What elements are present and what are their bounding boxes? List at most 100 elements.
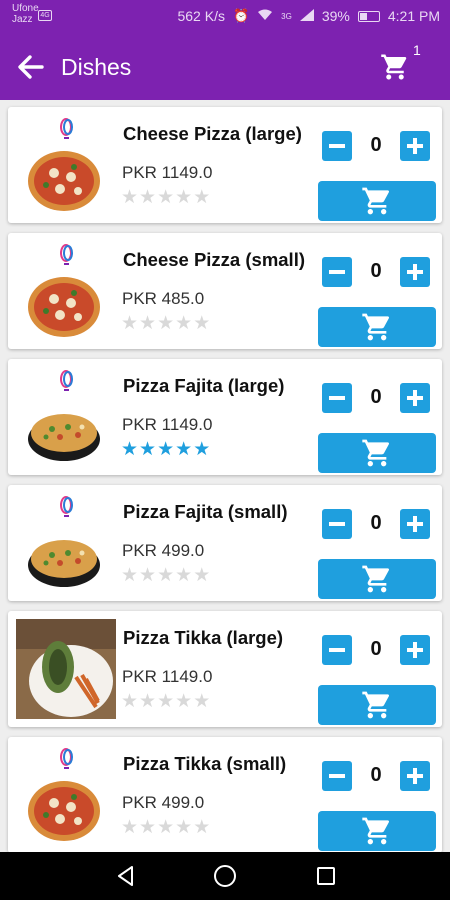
dish-image (16, 241, 116, 341)
triangle-back-icon (118, 866, 133, 886)
rating-stars[interactable]: ★★★★★ (121, 438, 211, 461)
net-speed: 562 K/s (177, 8, 225, 24)
restaurant-logo (60, 496, 73, 517)
star-icon[interactable]: ★ (175, 817, 193, 838)
system-nav-bar (0, 852, 450, 900)
carrier-info: Ufone Jazz (12, 3, 39, 25)
add-to-cart-button[interactable] (318, 307, 436, 347)
dish-name: Pizza Fajita (large) (123, 375, 285, 396)
dish-price: PKR 485.0 (122, 289, 205, 308)
star-icon[interactable]: ★ (157, 313, 175, 334)
star-icon[interactable]: ★ (157, 817, 175, 838)
back-button[interactable] (16, 53, 44, 81)
quantity-value: 0 (370, 386, 382, 408)
dish-name: Pizza Tikka (large) (123, 627, 284, 648)
increase-quantity-button[interactable] (400, 257, 430, 287)
dish-card[interactable]: Pizza Fajita (large) PKR 1149.0 ★★★★★ 0 (8, 359, 442, 475)
dish-card[interactable]: Pizza Tikka (small) PKR 499.0 ★★★★★ 0 (8, 737, 442, 852)
decrease-quantity-button[interactable] (322, 131, 352, 161)
star-icon[interactable]: ★ (121, 313, 139, 334)
decrease-quantity-button[interactable] (322, 635, 352, 665)
dish-card[interactable]: Cheese Pizza (large) PKR 1149.0 ★★★★★ 0 (8, 107, 442, 223)
rating-stars[interactable]: ★★★★★ (121, 312, 211, 335)
increase-quantity-button[interactable] (400, 131, 430, 161)
quantity-value: 0 (370, 638, 382, 660)
restaurant-logo (60, 244, 73, 265)
star-icon[interactable]: ★ (121, 691, 139, 712)
nav-back-button[interactable] (114, 864, 138, 888)
star-icon[interactable]: ★ (175, 691, 193, 712)
star-icon[interactable]: ★ (193, 313, 211, 334)
dish-image (16, 619, 116, 719)
add-to-cart-button[interactable] (318, 433, 436, 473)
clock: 4:21 PM (387, 8, 440, 24)
star-icon[interactable]: ★ (193, 817, 211, 838)
rating-stars[interactable]: ★★★★★ (121, 186, 211, 209)
carrier-name-2: Jazz (12, 14, 33, 25)
dish-card[interactable]: Pizza Fajita (small) PKR 499.0 ★★★★★ 0 (8, 485, 442, 601)
decrease-quantity-button[interactable] (322, 257, 352, 287)
star-icon[interactable]: ★ (175, 439, 193, 460)
dish-card[interactable]: Cheese Pizza (small) PKR 485.0 ★★★★★ 0 (8, 233, 442, 349)
decrease-quantity-button[interactable] (322, 383, 352, 413)
nav-recents-button[interactable] (317, 867, 335, 885)
add-to-cart-button[interactable] (318, 181, 436, 221)
restaurant-logo (60, 370, 73, 391)
increase-quantity-button[interactable] (400, 383, 430, 413)
increase-quantity-button[interactable] (400, 635, 430, 665)
quantity-value: 0 (370, 764, 382, 786)
star-icon[interactable]: ★ (175, 313, 193, 334)
star-icon[interactable]: ★ (193, 565, 211, 586)
star-icon[interactable]: ★ (139, 691, 157, 712)
star-icon[interactable]: ★ (175, 565, 193, 586)
star-icon[interactable]: ★ (121, 187, 139, 208)
status-bar: Ufone Jazz 4G 562 K/s ⏰ 3G 39% 4:21 PM (0, 0, 450, 32)
rating-stars[interactable]: ★★★★★ (121, 690, 211, 713)
nav-home-button[interactable] (214, 865, 236, 887)
decrease-quantity-button[interactable] (322, 761, 352, 791)
star-icon[interactable]: ★ (121, 439, 139, 460)
arrow-left-icon (18, 55, 44, 79)
rating-stars[interactable]: ★★★★★ (121, 816, 211, 839)
add-to-cart-icon (362, 187, 390, 215)
page-title: Dishes (61, 54, 132, 80)
dish-price: PKR 1149.0 (122, 163, 213, 182)
star-icon[interactable]: ★ (139, 565, 157, 586)
star-icon[interactable]: ★ (157, 691, 175, 712)
shopping-cart-icon (381, 54, 407, 80)
increase-quantity-button[interactable] (400, 509, 430, 539)
star-icon[interactable]: ★ (193, 187, 211, 208)
signal-type: 3G (281, 11, 292, 21)
battery-icon (357, 10, 380, 22)
star-icon[interactable]: ★ (139, 313, 157, 334)
add-to-cart-icon (362, 691, 390, 719)
star-icon[interactable]: ★ (121, 565, 139, 586)
star-icon[interactable]: ★ (157, 565, 175, 586)
dish-list[interactable]: Cheese Pizza (large) PKR 1149.0 ★★★★★ 0 Chee… (0, 100, 450, 852)
star-icon[interactable]: ★ (175, 187, 193, 208)
star-icon[interactable]: ★ (139, 439, 157, 460)
battery-percent: 39% (321, 8, 350, 24)
add-to-cart-button[interactable] (318, 685, 436, 725)
cart-button[interactable] (380, 52, 410, 82)
add-to-cart-button[interactable] (318, 559, 436, 599)
wifi-icon (257, 9, 273, 24)
star-icon[interactable]: ★ (193, 691, 211, 712)
dish-card[interactable]: Pizza Tikka (large) PKR 1149.0 ★★★★★ 0 (8, 611, 442, 727)
add-to-cart-icon (362, 439, 390, 467)
increase-quantity-button[interactable] (400, 761, 430, 791)
rating-stars[interactable]: ★★★★★ (121, 564, 211, 587)
star-icon[interactable]: ★ (139, 817, 157, 838)
star-icon[interactable]: ★ (193, 439, 211, 460)
restaurant-logo (60, 118, 73, 139)
add-to-cart-button[interactable] (318, 811, 436, 851)
star-icon[interactable]: ★ (121, 817, 139, 838)
star-icon[interactable]: ★ (139, 187, 157, 208)
decrease-quantity-button[interactable] (322, 509, 352, 539)
dish-price: PKR 499.0 (122, 793, 205, 812)
star-icon[interactable]: ★ (157, 187, 175, 208)
quantity-value: 0 (370, 260, 382, 282)
star-icon[interactable]: ★ (157, 439, 175, 460)
add-to-cart-icon (362, 817, 390, 845)
status-indicators: 562 K/s ⏰ 3G 39% 4:21 PM (177, 8, 440, 24)
